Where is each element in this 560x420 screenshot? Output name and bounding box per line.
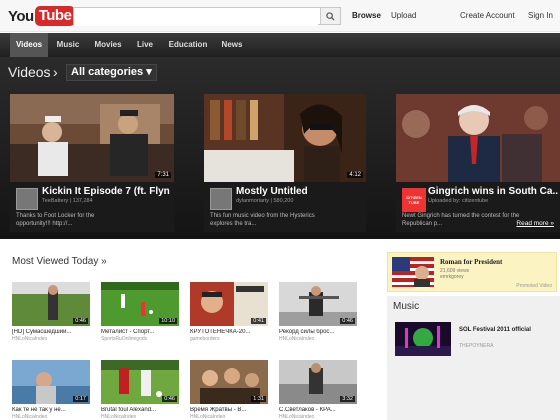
video-thumbnail[interactable]: 0:41 bbox=[190, 282, 268, 326]
music-section-title[interactable]: Music bbox=[393, 301, 419, 312]
video-uploader: HNLoNicaIndeo bbox=[279, 336, 315, 342]
video-tile[interactable]: 0:46 Brutal foul Alexand... HNLoNicaInde… bbox=[101, 360, 179, 420]
video-description: Newt Gingrich has turned the contest for… bbox=[402, 213, 520, 227]
top-bar: You Tube Browse Upload Create Account Si… bbox=[0, 0, 560, 32]
music-video-title[interactable]: SOL Festival 2011 official bbox=[459, 326, 549, 334]
video-tile[interactable]: 0:41 КРУТОТЕНЕЧКА-20... gameborders bbox=[190, 282, 268, 342]
video-tile[interactable]: 3:32 С.Светлаков - КРА... HNLoNicaIndeo bbox=[279, 360, 357, 420]
video-title[interactable]: С.Светлаков - КРА... bbox=[279, 407, 357, 413]
video-tile[interactable]: 10:10 Металист - Спорт... SportsRuOnline… bbox=[101, 282, 179, 342]
nav-live[interactable]: Live bbox=[132, 33, 158, 57]
video-description: This fun music video from the Hysterics … bbox=[210, 213, 315, 227]
video-uploader: dylanmoriarty | 580,200 bbox=[236, 198, 294, 204]
video-description: Thanks to Foot Locker for the opportunit… bbox=[16, 213, 95, 227]
featured-card[interactable]: CITIZEN TUBE Gingrich wins in South Ca...… bbox=[396, 94, 560, 232]
search-box bbox=[73, 7, 341, 26]
nav-movies[interactable]: Movies bbox=[90, 33, 126, 57]
video-duration: 0:46 bbox=[162, 396, 177, 402]
video-thumbnail[interactable] bbox=[10, 94, 174, 182]
video-title[interactable]: КРУТОТЕНЕЧКА-20... bbox=[190, 329, 268, 335]
page-title: Videos bbox=[8, 64, 51, 80]
video-uploader: HNLoNicaIndeo bbox=[12, 336, 48, 342]
channel-avatar[interactable] bbox=[16, 188, 38, 210]
video-duration: 4:12 bbox=[347, 172, 363, 178]
video-title[interactable]: Brutal foul Alexand... bbox=[101, 407, 179, 413]
video-title[interactable]: [HD] Сумасшедший... bbox=[12, 329, 90, 335]
video-uploader: HNLoNicaIndeo bbox=[101, 414, 137, 420]
nav-education[interactable]: Education bbox=[164, 33, 212, 57]
create-account-link[interactable]: Create Account bbox=[460, 11, 515, 20]
video-uploader: HNLoNicaIndeo bbox=[12, 414, 48, 420]
title-separator-icon: › bbox=[53, 64, 58, 80]
video-title[interactable]: Металист - Спорт... bbox=[101, 329, 179, 335]
promoted-video-label: Promoted Video bbox=[516, 283, 552, 289]
video-duration: 0:17 bbox=[73, 396, 88, 402]
featured-card[interactable]: 4:12 Mostly Untitled dylanmoriarty | 580… bbox=[204, 94, 366, 232]
promoted-video[interactable]: Roman for President 21,609 views emrkgor… bbox=[387, 252, 557, 292]
youtube-logo[interactable]: You Tube bbox=[8, 5, 76, 27]
video-duration: 0:46 bbox=[340, 318, 355, 324]
music-video-uploader: THEPOYNERA bbox=[459, 343, 494, 349]
video-tile[interactable]: 0:46 Рекорд силы брос... HNLoNicaIndeo bbox=[279, 282, 357, 342]
promoted-video-uploader: emrkgorey bbox=[440, 274, 464, 280]
search-icon bbox=[326, 11, 335, 21]
video-thumbnail[interactable]: 0:46 bbox=[12, 282, 90, 326]
video-thumbnail[interactable]: 0:46 bbox=[101, 360, 179, 404]
video-duration: 0:46 bbox=[73, 318, 88, 324]
most-viewed-title[interactable]: Most Viewed Today » bbox=[12, 256, 107, 267]
video-duration: 10:10 bbox=[159, 318, 177, 324]
sign-in-link[interactable]: Sign In bbox=[528, 11, 553, 20]
category-nav: Videos Music Movies Live Education News bbox=[0, 33, 560, 57]
featured-card[interactable]: 7:31 Kickin It Episode 7 (ft. Flyn... Te… bbox=[10, 94, 174, 232]
upload-link[interactable]: Upload bbox=[391, 11, 416, 20]
video-title[interactable]: Kickin It Episode 7 (ft. Flyn... bbox=[42, 186, 170, 197]
video-duration: 1:31 bbox=[251, 396, 266, 402]
video-tile[interactable]: 0:46 [HD] Сумасшедший... HNLoNicaIndeo bbox=[12, 282, 90, 342]
video-thumbnail[interactable] bbox=[396, 94, 560, 182]
nav-news[interactable]: News bbox=[218, 33, 246, 57]
video-uploader: SportsRuOnlinegods bbox=[101, 336, 148, 342]
promoted-video-title[interactable]: Roman for President bbox=[440, 258, 502, 266]
video-duration: 3:32 bbox=[340, 396, 355, 402]
video-title[interactable]: Gingrich wins in South Ca... bbox=[428, 186, 558, 197]
logo-tube: Tube bbox=[34, 6, 76, 26]
video-tile[interactable]: 1:31 Время Жратвы - В... HNLoNicaIndeo bbox=[190, 360, 268, 420]
video-uploader: HNLoNicaIndeo bbox=[279, 414, 315, 420]
nav-videos[interactable]: Videos bbox=[10, 33, 48, 57]
browse-link[interactable]: Browse bbox=[352, 11, 381, 20]
promoted-video-thumbnail[interactable] bbox=[392, 257, 434, 287]
search-input[interactable] bbox=[74, 10, 318, 26]
video-thumbnail[interactable]: 10:10 bbox=[101, 282, 179, 326]
video-duration: 7:31 bbox=[155, 172, 171, 178]
video-thumbnail[interactable]: 1:31 bbox=[190, 360, 268, 404]
search-button[interactable] bbox=[320, 8, 340, 24]
video-duration: 0:41 bbox=[251, 318, 266, 324]
music-video-thumbnail[interactable] bbox=[395, 322, 451, 356]
video-uploader: TeeBattery | 137,284 bbox=[42, 198, 93, 204]
video-thumbnail[interactable]: 3:32 bbox=[279, 360, 357, 404]
video-uploader: HNLoNicaIndeo bbox=[190, 414, 226, 420]
logo-you: You bbox=[8, 7, 34, 25]
video-uploader: gameborders bbox=[190, 336, 220, 342]
video-thumbnail[interactable] bbox=[204, 94, 366, 182]
video-title[interactable]: Как те не так у не... bbox=[12, 407, 90, 413]
nav-music[interactable]: Music bbox=[52, 33, 84, 57]
video-title[interactable]: Рекорд силы брос... bbox=[279, 329, 357, 335]
video-title[interactable]: Mostly Untitled bbox=[236, 186, 362, 197]
citizentube-avatar[interactable]: CITIZEN TUBE bbox=[402, 188, 426, 212]
music-section: Music SOL Festival 2011 official THEPOYN… bbox=[387, 296, 560, 420]
video-thumbnail[interactable]: 0:46 bbox=[279, 282, 357, 326]
video-tile[interactable]: 0:17 Как те не так у не... HNLoNicaIndeo bbox=[12, 360, 90, 420]
channel-avatar[interactable] bbox=[210, 188, 232, 210]
video-title[interactable]: Время Жратвы - В... bbox=[190, 407, 268, 413]
video-thumbnail[interactable]: 0:17 bbox=[12, 360, 90, 404]
citizentube-logo-icon: CITIZEN TUBE bbox=[406, 195, 422, 205]
video-uploader: Uploaded by: citizentube bbox=[428, 198, 489, 204]
read-more-link[interactable]: Read more » bbox=[516, 220, 554, 227]
category-dropdown[interactable]: All categories ▾ bbox=[66, 64, 157, 81]
